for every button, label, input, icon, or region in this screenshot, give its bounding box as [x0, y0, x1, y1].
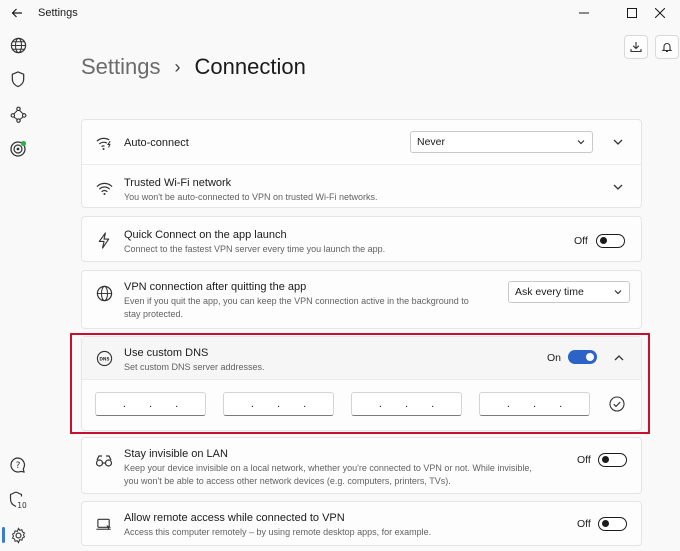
- quick-connect-card[interactable]: Quick Connect on the app launch Connect …: [81, 216, 642, 262]
- globe-icon: [95, 284, 113, 302]
- svg-text:?: ?: [16, 461, 21, 471]
- remote-access-title: Allow remote access while connected to V…: [124, 512, 345, 524]
- minimize-icon[interactable]: [566, 2, 602, 24]
- chevron-down-icon[interactable]: [611, 135, 625, 149]
- help-icon[interactable]: ?: [5, 452, 31, 478]
- vpn-after-quit-description-2: stay protected.: [124, 308, 184, 319]
- vpn-after-quit-card[interactable]: VPN connection after quitting the app Ev…: [81, 270, 642, 329]
- remote-access-card[interactable]: Allow remote access while connected to V…: [81, 501, 642, 546]
- auto-connect-title: Auto-connect: [124, 137, 189, 149]
- quick-connect-state: Off: [574, 235, 588, 247]
- invisible-lan-description-2: you won't be able to access other networ…: [124, 475, 451, 486]
- shield-badge-text: 10: [17, 501, 27, 509]
- active-nav-indicator: [2, 527, 5, 543]
- remote-access-description: Access this computer remotely – by using…: [124, 527, 432, 537]
- invisible-lan-description-1: Keep your device invisible on a local ne…: [124, 463, 532, 473]
- page-title: Connection: [194, 54, 306, 79]
- globe-icon[interactable]: [5, 32, 31, 58]
- quick-connect-title: Quick Connect on the app launch: [124, 229, 287, 241]
- threat-protection-icon[interactable]: [5, 136, 31, 162]
- invisible-glasses-icon: [95, 452, 113, 470]
- shield-icon[interactable]: [5, 66, 31, 92]
- window-title: Settings: [38, 7, 78, 19]
- trusted-wifi-description: You won't be auto-connected to VPN on tr…: [124, 192, 378, 202]
- remote-access-toggle[interactable]: [598, 517, 627, 531]
- chevron-down-icon: [577, 140, 585, 145]
- auto-connect-select[interactable]: Never: [410, 131, 593, 153]
- settings-icon[interactable]: [5, 522, 31, 548]
- vpn-after-quit-select[interactable]: Ask every time: [508, 281, 630, 303]
- vpn-after-quit-title: VPN connection after quitting the app: [124, 281, 307, 293]
- shield-10-icon[interactable]: 10: [5, 487, 31, 513]
- remote-access-state: Off: [577, 518, 591, 530]
- highlight-box: [70, 333, 650, 434]
- wifi-auto-icon: [95, 134, 113, 152]
- back-arrow-icon[interactable]: [8, 4, 26, 22]
- download-icon[interactable]: [624, 35, 648, 59]
- trusted-wifi-row[interactable]: Trusted Wi-Fi network You won't be auto-…: [82, 165, 641, 209]
- auto-connect-row[interactable]: Auto-connect Never: [82, 120, 641, 164]
- invisible-lan-state: Off: [577, 454, 591, 466]
- invisible-lan-title: Stay invisible on LAN: [124, 448, 228, 460]
- breadcrumb-parent[interactable]: Settings: [81, 54, 161, 80]
- breadcrumb: Settings › Connection: [81, 54, 306, 80]
- nav-rail: ? 10: [0, 26, 36, 551]
- auto-connect-card: Auto-connect Never Trusted Wi-Fi network…: [81, 119, 642, 208]
- quick-connect-description: Connect to the fastest VPN server every …: [124, 244, 386, 254]
- vpn-after-quit-description-1: Even if you quit the app, you can keep t…: [124, 296, 469, 306]
- invisible-lan-card[interactable]: Stay invisible on LAN Keep your device i…: [81, 437, 642, 494]
- breadcrumb-separator: ›: [174, 56, 181, 77]
- auto-connect-select-value: Never: [417, 136, 446, 148]
- vpn-after-quit-select-value: Ask every time: [515, 286, 584, 298]
- chevron-down-icon[interactable]: [611, 180, 625, 194]
- wifi-icon: [95, 179, 113, 197]
- quick-connect-toggle[interactable]: [596, 234, 625, 248]
- title-bar: Settings: [0, 0, 680, 26]
- invisible-lan-toggle[interactable]: [598, 453, 627, 467]
- trusted-wifi-title: Trusted Wi-Fi network: [124, 177, 232, 189]
- bell-icon[interactable]: [655, 35, 679, 59]
- remote-desktop-icon: [95, 515, 113, 533]
- chevron-down-icon: [614, 290, 622, 295]
- meshnet-icon[interactable]: [5, 101, 31, 127]
- lightning-icon: [95, 231, 113, 249]
- close-icon[interactable]: [642, 2, 678, 24]
